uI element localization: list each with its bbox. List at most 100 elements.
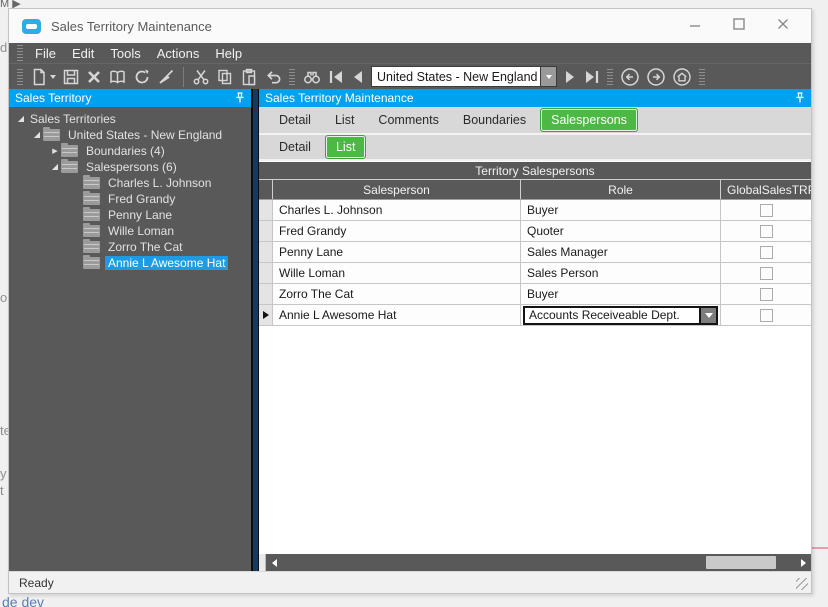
- globalsales-checkbox[interactable]: [760, 225, 773, 238]
- grid-row-wille[interactable]: Wille Loman Sales Person: [259, 263, 811, 284]
- role-cell[interactable]: Buyer: [521, 284, 721, 304]
- tab-list[interactable]: List: [325, 109, 364, 131]
- role-cell[interactable]: Sales Manager: [521, 242, 721, 262]
- scroll-right-arrow[interactable]: [795, 554, 811, 571]
- salesperson-cell[interactable]: Charles L. Johnson: [273, 200, 521, 220]
- role-cell[interactable]: Buyer: [521, 200, 721, 220]
- next-record-button[interactable]: [561, 65, 581, 89]
- last-record-button[interactable]: [581, 65, 603, 89]
- refresh-button[interactable]: [130, 65, 154, 89]
- toolbar-grip[interactable]: [699, 69, 705, 85]
- browse-button[interactable]: [105, 65, 130, 89]
- tree-item-fred-grandy[interactable]: Fred Grandy: [9, 191, 251, 207]
- back-button[interactable]: [617, 65, 643, 89]
- menu-file[interactable]: File: [27, 44, 64, 63]
- scrollbar-thumb[interactable]: [706, 556, 776, 569]
- home-button[interactable]: [669, 65, 695, 89]
- globalsales-checkbox[interactable]: [760, 204, 773, 217]
- copy-button[interactable]: [213, 65, 237, 89]
- find-button[interactable]: [299, 65, 325, 89]
- column-header-globalsalestrp[interactable]: GlobalSalesTRP: [721, 180, 811, 199]
- column-header-role[interactable]: Role: [521, 180, 721, 199]
- menu-tools[interactable]: Tools: [102, 44, 148, 63]
- paste-button[interactable]: [237, 65, 261, 89]
- tree-item-zorro-the-cat[interactable]: Zorro The Cat: [9, 239, 251, 255]
- first-record-button[interactable]: [325, 65, 347, 89]
- tab-boundaries[interactable]: Boundaries: [453, 109, 536, 131]
- forward-button[interactable]: [643, 65, 669, 89]
- row-selector[interactable]: [259, 263, 273, 283]
- globalsales-checkbox[interactable]: [760, 246, 773, 259]
- scroll-left-arrow[interactable]: [266, 554, 282, 571]
- toolbar-grip[interactable]: [289, 69, 295, 85]
- tree-item-wille-loman[interactable]: Wille Loman: [9, 223, 251, 239]
- close-button[interactable]: [761, 12, 805, 40]
- column-header-salesperson[interactable]: Salesperson: [273, 180, 521, 199]
- grid-row-charles[interactable]: Charles L. Johnson Buyer: [259, 200, 811, 221]
- pin-icon[interactable]: [235, 92, 245, 104]
- salesperson-cell[interactable]: Penny Lane: [273, 242, 521, 262]
- resize-grip[interactable]: [796, 578, 808, 590]
- right-panel-header[interactable]: Sales Territory Maintenance: [259, 89, 811, 107]
- row-selector[interactable]: [259, 284, 273, 304]
- salesperson-cell[interactable]: Zorro The Cat: [273, 284, 521, 304]
- left-panel-header[interactable]: Sales Territory: [9, 89, 251, 107]
- row-selector[interactable]: [259, 200, 273, 220]
- tree-item-boundaries[interactable]: Boundaries (4): [9, 143, 251, 159]
- role-combobox[interactable]: Accounts Receiveable Dept.: [523, 306, 718, 325]
- tree-item-penny-lane[interactable]: Penny Lane: [9, 207, 251, 223]
- chevron-down-icon[interactable]: [50, 75, 56, 79]
- cut-button[interactable]: [189, 65, 213, 89]
- salesperson-cell[interactable]: Annie L Awesome Hat: [273, 305, 521, 325]
- subtab-list[interactable]: List: [325, 135, 366, 159]
- horizontal-scrollbar[interactable]: [259, 554, 811, 571]
- tab-detail[interactable]: Detail: [269, 109, 321, 131]
- previous-record-button[interactable]: [347, 65, 367, 89]
- salesperson-cell[interactable]: Fred Grandy: [273, 221, 521, 241]
- grid-row-fred[interactable]: Fred Grandy Quoter: [259, 221, 811, 242]
- salesperson-cell[interactable]: Wille Loman: [273, 263, 521, 283]
- clear-button[interactable]: [154, 65, 178, 89]
- pin-icon[interactable]: [795, 92, 805, 104]
- role-cell[interactable]: Sales Person: [521, 263, 721, 283]
- globalsales-checkbox[interactable]: [760, 267, 773, 280]
- menu-actions[interactable]: Actions: [149, 44, 208, 63]
- expander-icon[interactable]: [15, 111, 27, 127]
- grid-row-zorro[interactable]: Zorro The Cat Buyer: [259, 284, 811, 305]
- tab-salespersons[interactable]: Salespersons: [540, 108, 638, 132]
- tree-item-charles-l-johnson[interactable]: Charles L. Johnson: [9, 175, 251, 191]
- grid-row-penny[interactable]: Penny Lane Sales Manager: [259, 242, 811, 263]
- title-bar[interactable]: Sales Territory Maintenance: [9, 9, 811, 43]
- globalsales-checkbox[interactable]: [760, 309, 773, 322]
- toolbar-grip[interactable]: [17, 45, 23, 61]
- tab-comments[interactable]: Comments: [368, 109, 448, 131]
- delete-button[interactable]: [83, 65, 105, 89]
- minimize-button[interactable]: [673, 12, 717, 40]
- tree-item-sales-territories[interactable]: Sales Territories: [9, 111, 251, 127]
- role-cell[interactable]: Quoter: [521, 221, 721, 241]
- save-button[interactable]: [59, 65, 83, 89]
- chevron-down-icon[interactable]: [699, 308, 716, 323]
- current-row-selector[interactable]: [259, 305, 273, 325]
- toolbar-grip[interactable]: [607, 69, 613, 85]
- tree-item-salespersons[interactable]: Salespersons (6): [9, 159, 251, 175]
- panel-splitter[interactable]: [251, 89, 259, 571]
- expander-icon[interactable]: [49, 143, 61, 160]
- undo-button[interactable]: [261, 65, 285, 89]
- tree-item-annie-l-awesome-hat[interactable]: Annie L Awesome Hat: [9, 255, 251, 271]
- menu-edit[interactable]: Edit: [64, 44, 102, 63]
- row-selector[interactable]: [259, 242, 273, 262]
- expander-icon[interactable]: [31, 127, 43, 143]
- chevron-down-icon[interactable]: [540, 67, 556, 86]
- record-selector-combobox[interactable]: United States - New England: [371, 66, 557, 87]
- maximize-button[interactable]: [717, 12, 761, 40]
- tree-item-united-states-new-england[interactable]: United States - New England: [9, 127, 251, 143]
- new-button[interactable]: [27, 65, 59, 89]
- expander-icon[interactable]: [49, 159, 61, 175]
- subtab-detail[interactable]: Detail: [269, 136, 321, 158]
- row-selector[interactable]: [259, 221, 273, 241]
- globalsales-checkbox[interactable]: [760, 288, 773, 301]
- grid-row-annie-current[interactable]: Annie L Awesome Hat Accounts Receiveable…: [259, 305, 811, 326]
- toolbar-grip[interactable]: [17, 69, 23, 85]
- menu-help[interactable]: Help: [207, 44, 250, 63]
